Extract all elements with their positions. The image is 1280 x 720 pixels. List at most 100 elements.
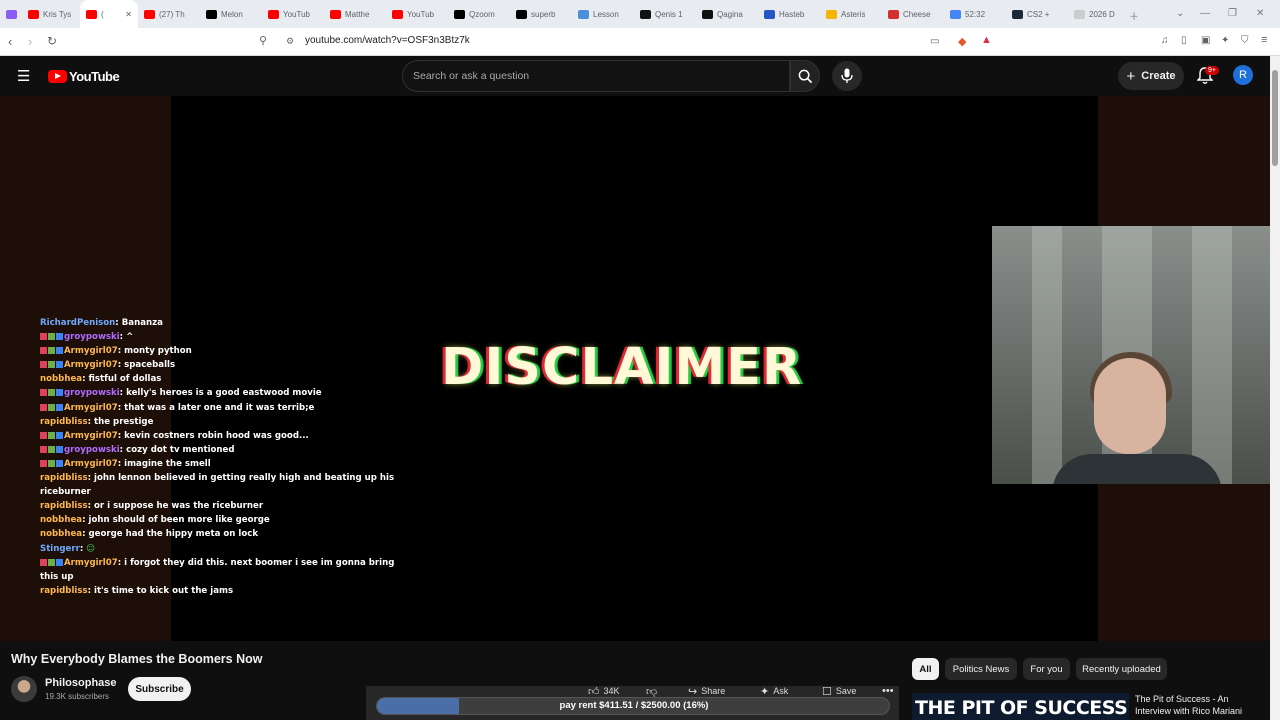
chat-badge-icon	[40, 389, 47, 397]
rewards-icon[interactable]: ▲	[981, 34, 992, 46]
browser-tab[interactable]: CS2 +	[1006, 0, 1068, 28]
browser-tab[interactable]: Lesson	[572, 0, 634, 28]
forward-icon[interactable]: ›	[28, 34, 32, 49]
create-button[interactable]: + Create	[1118, 62, 1184, 90]
chip-all[interactable]: All	[912, 658, 939, 680]
browser-tab[interactable]: Qagina	[696, 0, 758, 28]
browser-tab[interactable]: Qzoom	[448, 0, 510, 28]
like-count: 34K	[603, 686, 620, 696]
browser-tab[interactable]: YouTub	[262, 0, 324, 28]
recommendation-thumbnail[interactable]: THE PIT OF SUCCESS	[912, 693, 1129, 720]
chat-badge-icon	[48, 558, 55, 566]
guide-menu-icon[interactable]: ☰	[17, 67, 30, 85]
chat-username: Armygirl07	[64, 346, 118, 357]
chat-message: groypowski: kelly's heroes is a good eas…	[40, 386, 410, 400]
minimize-icon[interactable]: —	[1200, 8, 1210, 19]
tab-label: Qzoom	[469, 9, 495, 19]
browser-tab[interactable]: (✕	[80, 0, 138, 28]
chip-for-you[interactable]: For you	[1023, 658, 1070, 680]
voice-search-button[interactable]	[832, 61, 862, 91]
chat-badge-icon	[56, 558, 63, 566]
tab-favicon-icon	[640, 9, 651, 19]
leo-icon[interactable]: ✦	[1221, 35, 1229, 46]
tab-search-icon[interactable]: ⌄	[1176, 8, 1184, 19]
chat-text: cozy dot tv mentioned	[126, 444, 235, 455]
tab-favicon-icon	[888, 9, 899, 19]
wallet-icon[interactable]: ▣	[1201, 35, 1210, 46]
browser-tab[interactable]: Hasteb	[758, 0, 820, 28]
cast-icon[interactable]: ▭	[930, 36, 939, 47]
browser-tab[interactable]: Kris Tys	[22, 0, 80, 28]
tab-favicon-icon	[144, 9, 155, 19]
chat-badge-icon	[56, 361, 63, 369]
chat-message: rapidbliss: it's time to kick out the ja…	[40, 585, 234, 596]
browser-tab[interactable]: 52:32	[944, 0, 1006, 28]
rent-goal-progress-bar: pay rent $411.51 / $2500.00 (16%)	[376, 697, 890, 715]
bookmark-icon[interactable]: ⚲	[259, 34, 267, 47]
site-info-icon[interactable]: ⚙	[286, 36, 294, 47]
browser-tab[interactable]	[0, 0, 22, 28]
chat-badge-icon	[40, 558, 47, 566]
tab-label: Qagina	[717, 9, 743, 19]
chat-message: Armygirl07: monty python	[40, 344, 410, 358]
chat-username: Armygirl07	[64, 430, 118, 441]
chat-badge-icon	[40, 361, 47, 369]
subscribe-button[interactable]: Subscribe	[128, 677, 191, 701]
channel-name[interactable]: Philosophase	[45, 677, 117, 689]
account-avatar[interactable]: R	[1233, 65, 1253, 85]
chat-message: nobbhea: fistful of dollas	[40, 374, 162, 385]
tab-label: YouTub	[283, 9, 310, 19]
more-icon: •••	[882, 685, 894, 697]
streamer-face	[1094, 358, 1166, 454]
chat-message: nobbhea: george had the hippy meta on lo…	[40, 529, 259, 540]
save-label: Save	[835, 686, 857, 696]
browser-tab[interactable]: Asteris	[820, 0, 882, 28]
restore-icon[interactable]: ❐	[1228, 8, 1237, 19]
browser-tab-strip: Kris Tys(✕ (27) Th Melon YouTub Matthe YouTub…	[0, 0, 1280, 28]
chat-message: Armygirl07: spaceballs	[40, 358, 410, 372]
reload-icon[interactable]: ↻	[47, 34, 57, 48]
channel-avatar[interactable]	[11, 676, 37, 702]
youtube-play-icon	[55, 73, 61, 79]
chat-badge-icon	[48, 333, 55, 341]
chat-text: kevin costners robin hood was good...	[124, 430, 309, 441]
chat-text: ^	[126, 332, 134, 343]
tab-close-icon[interactable]: ✕	[125, 10, 132, 19]
brave-shield-icon[interactable]: ◆	[958, 35, 966, 48]
browser-tab[interactable]: Qenis 1	[634, 0, 696, 28]
recommendation-title[interactable]: The Pit of Success - An Interview with R…	[1135, 693, 1265, 717]
chat-badge-icon	[48, 403, 55, 411]
menu-icon[interactable]: ≡	[1261, 34, 1267, 46]
sidebar-icon[interactable]: ▯	[1181, 35, 1187, 46]
scrollbar-thumb[interactable]	[1272, 70, 1278, 166]
browser-tab[interactable]: (27) Th	[138, 0, 200, 28]
search-placeholder: Search or ask a question	[413, 70, 530, 82]
close-window-icon[interactable]: ✕	[1256, 8, 1264, 19]
browser-tab[interactable]: Matthe	[324, 0, 386, 28]
browser-tab[interactable]: superb	[510, 0, 572, 28]
youtube-logo-text[interactable]: YouTube	[69, 69, 120, 84]
browser-tab[interactable]: 2026 D	[1068, 0, 1130, 28]
tab-label: 2026 D	[1089, 9, 1115, 19]
url-field[interactable]: youtube.com/watch?v=OSF3n3Btz7k	[305, 35, 470, 46]
back-icon[interactable]: ‹	[8, 34, 12, 49]
tab-favicon-icon	[950, 9, 961, 19]
browser-tab[interactable]: YouTub	[386, 0, 448, 28]
chat-text: ☺	[86, 543, 96, 554]
search-icon	[798, 69, 813, 84]
chat-badge-icon	[40, 431, 47, 439]
streamer-shoulders	[1052, 454, 1222, 484]
chat-badge-icon	[56, 347, 63, 355]
search-input[interactable]: Search or ask a question	[402, 60, 790, 92]
chat-badge-icon	[40, 347, 47, 355]
tab-favicon-icon	[268, 9, 279, 19]
vpn-icon[interactable]: ⛉	[1241, 35, 1249, 46]
new-tab-button[interactable]: ＋	[1129, 8, 1139, 23]
media-icon[interactable]: ♫	[1161, 35, 1169, 46]
browser-tab[interactable]: Melon	[200, 0, 262, 28]
create-label: Create	[1141, 70, 1176, 82]
chip-recently-uploaded[interactable]: Recently uploaded	[1076, 658, 1167, 680]
chip-politics-news[interactable]: Politics News	[945, 658, 1017, 680]
video-overlay-text: DISCLAIMER	[441, 338, 803, 397]
browser-tab[interactable]: Cheese	[882, 0, 944, 28]
